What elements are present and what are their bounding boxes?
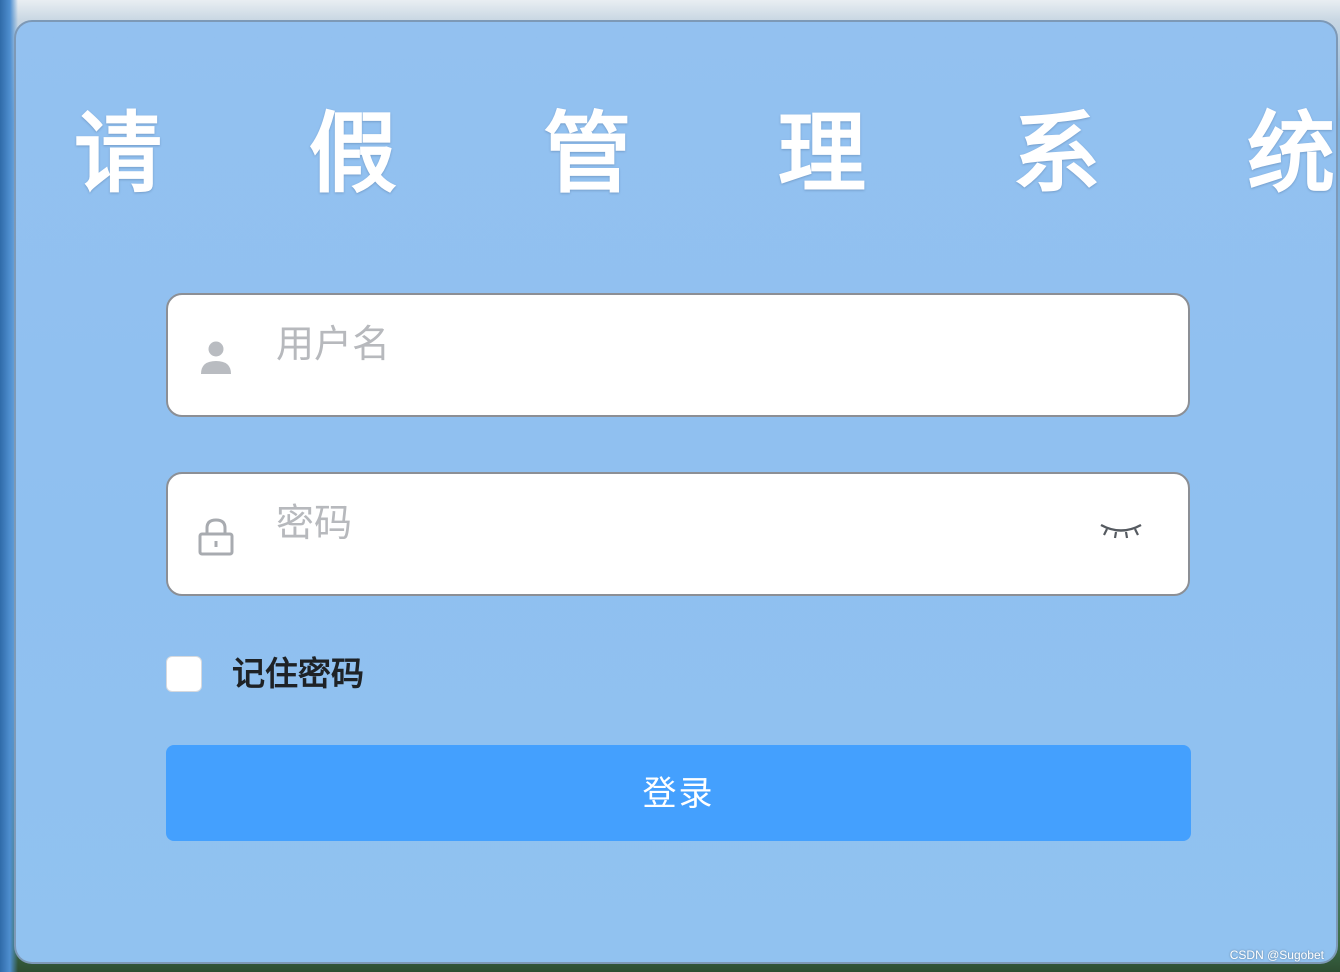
login-button[interactable]: 登录: [166, 745, 1191, 841]
eye-closed-icon[interactable]: [1098, 518, 1144, 542]
remember-label: 记住密码: [232, 654, 364, 693]
remember-checkbox[interactable]: [166, 656, 202, 692]
username-field[interactable]: [166, 293, 1190, 417]
system-title: 请 假 管 理 系 统: [74, 102, 1338, 205]
remember-password[interactable]: 记住密码: [166, 654, 364, 694]
login-card: 请 假 管 理 系 统 用户名 记住密码 登录: [14, 20, 1338, 964]
lock-icon: [196, 516, 236, 556]
password-field[interactable]: [166, 472, 1190, 596]
user-icon: [196, 337, 236, 377]
password-input[interactable]: [276, 488, 1056, 558]
watermark: CSDN @Sugobet: [1229, 948, 1324, 962]
username-input[interactable]: [276, 309, 1056, 379]
